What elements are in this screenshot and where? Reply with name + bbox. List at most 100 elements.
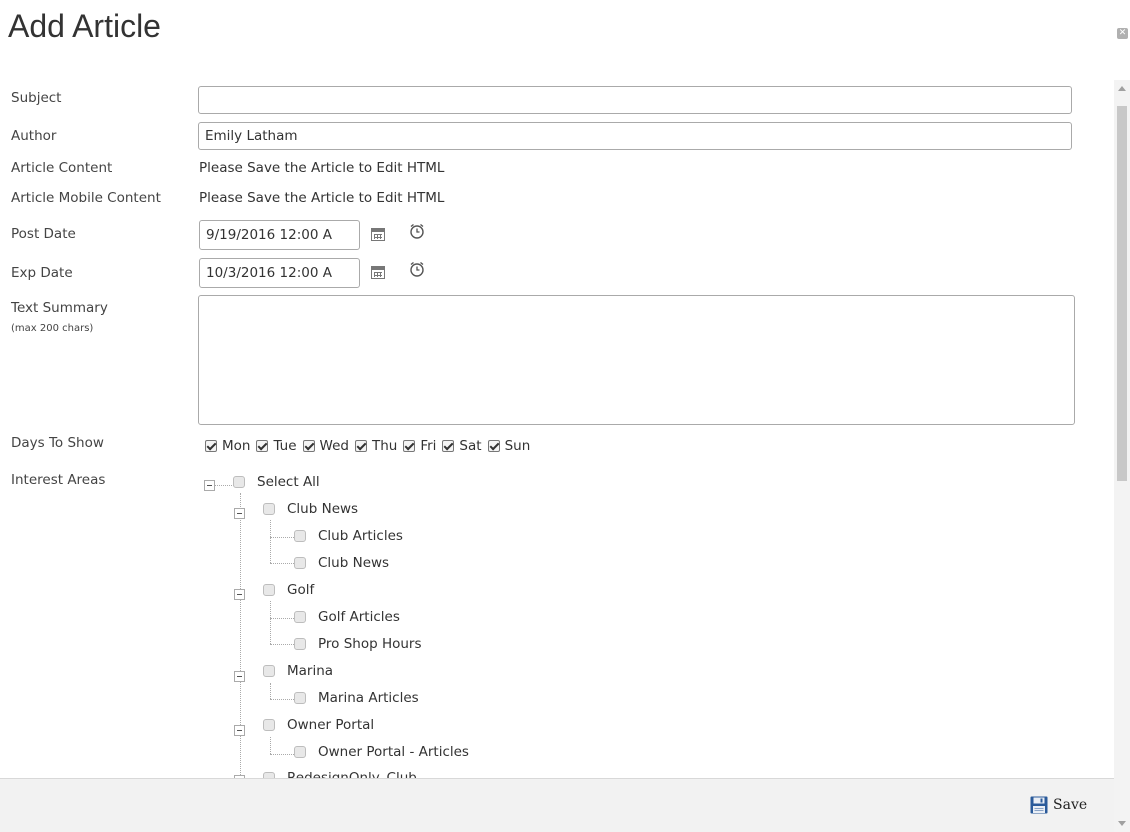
floppy-disk-icon (1030, 796, 1048, 814)
clock-icon[interactable] (409, 223, 425, 239)
days-to-show-label: Days To Show (11, 435, 104, 451)
day-checkbox-tue[interactable]: Tue (256, 438, 297, 454)
tree-item-marina-group[interactable]: Marina (263, 663, 333, 679)
day-checkbox-fri[interactable]: Fri (403, 438, 436, 454)
checkbox[interactable] (442, 440, 455, 452)
tree-item-label: Owner Portal (287, 717, 375, 733)
tree-item-label: Select All (257, 474, 320, 490)
text-summary-textarea[interactable] (198, 295, 1075, 425)
checkbox[interactable] (294, 746, 306, 758)
scrollbar-thumb[interactable] (1117, 106, 1127, 481)
form-content: Subject Author Article Content Please Sa… (0, 80, 1110, 778)
day-label: Sat (459, 438, 482, 454)
tree-connector (270, 563, 294, 564)
subject-input[interactable] (198, 86, 1072, 114)
checkbox[interactable] (294, 692, 306, 704)
checkbox[interactable] (354, 440, 367, 452)
tree-item-label: Marina Articles (318, 690, 419, 706)
interest-areas-label: Interest Areas (11, 472, 106, 488)
exp-date-label: Exp Date (11, 265, 73, 281)
checkbox[interactable] (487, 440, 500, 452)
day-checkbox-sat[interactable]: Sat (442, 438, 482, 454)
calendar-icon[interactable] (371, 266, 385, 279)
article-content-label: Article Content (11, 160, 113, 176)
save-button-label: Save (1053, 797, 1088, 813)
tree-item-golf-group[interactable]: Golf (263, 582, 314, 598)
day-label: Tue (273, 438, 297, 454)
tree-item-select-all[interactable]: Select All (233, 474, 320, 490)
checkbox[interactable] (294, 530, 306, 542)
day-checkbox-wed[interactable]: Wed (302, 438, 349, 454)
calendar-icon[interactable] (371, 228, 385, 241)
tree-item-label: Owner Portal - Articles (318, 744, 469, 760)
tree-item-pro-shop-hours[interactable]: Pro Shop Hours (294, 636, 422, 652)
day-label: Wed (319, 438, 349, 454)
author-input[interactable] (198, 122, 1072, 150)
tree-item-golf-articles[interactable]: Golf Articles (294, 609, 400, 625)
tree-item-label: Golf Articles (318, 609, 400, 625)
checkbox[interactable] (294, 611, 306, 623)
checkbox[interactable] (263, 503, 275, 515)
checkbox[interactable] (294, 557, 306, 569)
post-date-input[interactable] (199, 220, 360, 250)
tree-item-owner-portal-articles[interactable]: Owner Portal - Articles (294, 744, 469, 760)
tree-connector (270, 601, 271, 644)
tree-item-club-news[interactable]: Club News (294, 555, 389, 571)
tree-connector (270, 618, 294, 619)
checkbox[interactable] (403, 440, 416, 452)
tree-item-redesignonly-club-group[interactable]: RedesignOnly_Club (263, 770, 417, 778)
author-label: Author (11, 128, 57, 144)
tree-item-label: Club News (287, 501, 359, 517)
day-checkbox-mon[interactable]: Mon (205, 438, 250, 454)
article-content-message: Please Save the Article to Edit HTML (199, 160, 445, 176)
scroll-down-icon[interactable] (1118, 821, 1126, 826)
checkbox[interactable] (263, 665, 275, 677)
tree-item-club-news-group[interactable]: Club News (263, 501, 358, 517)
tree-item-club-articles[interactable]: Club Articles (294, 528, 403, 544)
post-date-label: Post Date (11, 226, 76, 242)
tree-connector (270, 699, 294, 700)
tree-collapse-icon[interactable] (234, 508, 245, 519)
checkbox[interactable] (256, 440, 269, 452)
scroll-up-icon[interactable] (1118, 86, 1126, 91)
tree-item-label: Golf (287, 582, 315, 598)
tree-connector (270, 644, 294, 645)
tree-item-label: Marina (287, 663, 334, 679)
day-checkbox-thu[interactable]: Thu (354, 438, 398, 454)
exp-date-input[interactable] (199, 258, 360, 288)
tree-collapse-icon[interactable] (234, 589, 245, 600)
day-label: Sun (504, 438, 531, 454)
day-label: Thu (371, 438, 398, 454)
checkbox[interactable] (263, 584, 275, 596)
day-label: Fri (420, 438, 437, 454)
tree-collapse-icon[interactable] (234, 671, 245, 682)
tree-connector (270, 754, 294, 755)
days-checkbox-group: Mon Tue Wed Thu Fri Sat Sun (205, 438, 536, 454)
tree-connector (270, 537, 294, 538)
tree-connector (270, 683, 271, 699)
tree-collapse-icon[interactable] (204, 480, 215, 491)
text-summary-hint: (max 200 chars) (11, 323, 94, 334)
tree-item-owner-portal-group[interactable]: Owner Portal (263, 717, 374, 733)
checkbox[interactable] (302, 440, 315, 452)
article-mobile-content-label: Article Mobile Content (11, 190, 161, 206)
checkbox[interactable] (205, 440, 217, 452)
dialog-footer (0, 778, 1114, 832)
tree-connector (270, 737, 271, 754)
checkbox[interactable] (233, 476, 245, 488)
article-mobile-content-message: Please Save the Article to Edit HTML (199, 190, 445, 206)
tree-item-label: Pro Shop Hours (318, 636, 422, 652)
tree-item-label: Club Articles (318, 528, 403, 544)
vertical-scrollbar[interactable] (1114, 80, 1130, 832)
tree-item-label: Club News (318, 555, 390, 571)
tree-collapse-icon[interactable] (234, 725, 245, 736)
day-checkbox-sun[interactable]: Sun (487, 438, 531, 454)
checkbox[interactable] (294, 638, 306, 650)
clock-icon[interactable] (409, 261, 425, 277)
day-label: Mon (222, 438, 251, 454)
close-icon[interactable]: ✕ (1117, 28, 1128, 39)
tree-item-marina-articles[interactable]: Marina Articles (294, 690, 419, 706)
text-summary-label: Text Summary (11, 300, 108, 316)
checkbox[interactable] (263, 719, 275, 731)
save-button[interactable]: Save (1030, 796, 1087, 814)
